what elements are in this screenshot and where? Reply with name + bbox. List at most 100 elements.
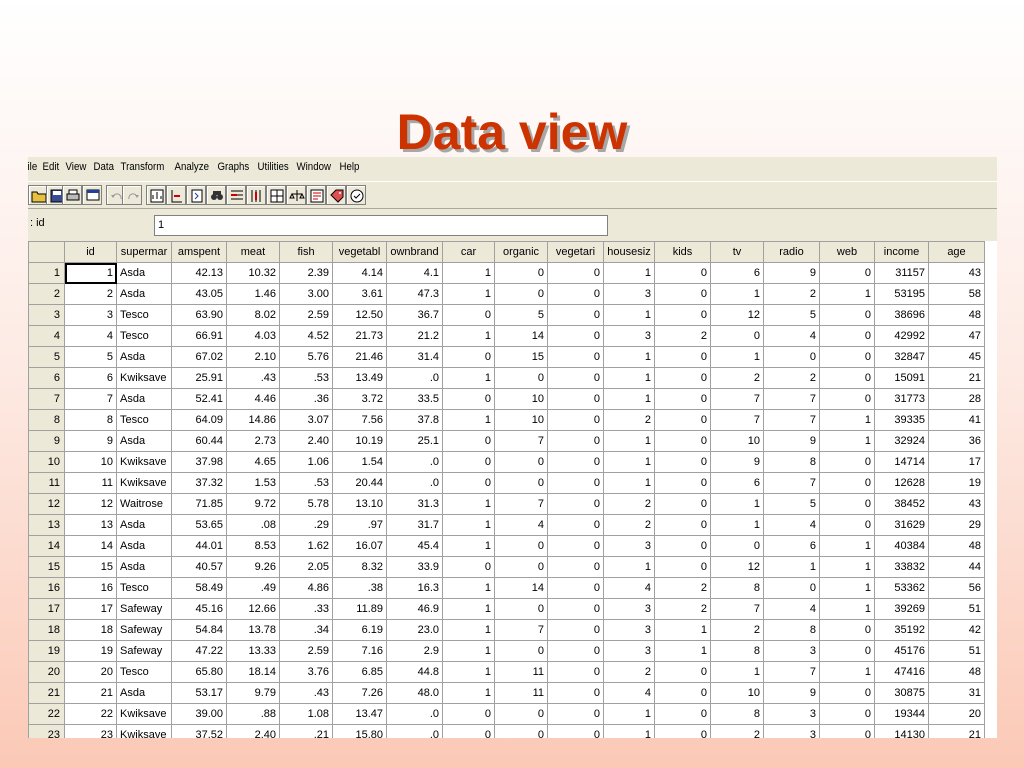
- row-header[interactable]: 15: [28, 556, 65, 578]
- cell-fish[interactable]: 4.86: [279, 577, 333, 599]
- cell-id[interactable]: 6: [64, 367, 117, 389]
- cell-housesiz[interactable]: 1: [603, 430, 655, 452]
- cell-id[interactable]: 17: [64, 598, 117, 620]
- cell-organic[interactable]: 0: [494, 556, 548, 578]
- cell-kids[interactable]: 1: [654, 619, 711, 641]
- row-header[interactable]: 11: [28, 472, 65, 494]
- cell-car[interactable]: 1: [442, 325, 495, 347]
- cell-tv[interactable]: 12: [710, 304, 764, 326]
- cell-ownbrand[interactable]: 47.3: [386, 283, 443, 305]
- cell-car[interactable]: 0: [442, 724, 495, 738]
- cell-age[interactable]: 43: [928, 493, 985, 515]
- cell-amspent[interactable]: 52.41: [171, 388, 227, 410]
- cell-web[interactable]: 0: [819, 451, 875, 473]
- cell-radio[interactable]: 5: [763, 493, 820, 515]
- column-header-id[interactable]: id: [64, 241, 117, 263]
- cell-fish[interactable]: 2.59: [279, 304, 333, 326]
- row-header[interactable]: 13: [28, 514, 65, 536]
- cell-organic[interactable]: 0: [494, 703, 548, 725]
- cell-housesiz[interactable]: 1: [603, 262, 655, 284]
- cell-vegetari[interactable]: 0: [547, 724, 604, 738]
- cell-web[interactable]: 0: [819, 325, 875, 347]
- cell-tv[interactable]: 8: [710, 640, 764, 662]
- cell-id[interactable]: 7: [64, 388, 117, 410]
- cell-kids[interactable]: 0: [654, 535, 711, 557]
- cell-age[interactable]: 47: [928, 325, 985, 347]
- cell-ownbrand[interactable]: 2.9: [386, 640, 443, 662]
- cell-vegetabl[interactable]: .97: [332, 514, 387, 536]
- menu-view[interactable]: View: [62, 157, 90, 177]
- cell-kids[interactable]: 0: [654, 724, 711, 738]
- cell-fish[interactable]: 3.00: [279, 283, 333, 305]
- cell-ownbrand[interactable]: 23.0: [386, 619, 443, 641]
- cell-amspent[interactable]: 44.01: [171, 535, 227, 557]
- row-header[interactable]: 16: [28, 577, 65, 599]
- row-header[interactable]: 22: [28, 703, 65, 725]
- cell-income[interactable]: 53195: [874, 283, 929, 305]
- cell-id[interactable]: 23: [64, 724, 117, 738]
- row-header[interactable]: 23: [28, 724, 65, 738]
- variables-button[interactable]: [186, 185, 206, 205]
- column-header-age[interactable]: age: [928, 241, 985, 263]
- column-header-meat[interactable]: meat: [226, 241, 280, 263]
- cell-supermar[interactable]: Kwiksave: [116, 451, 172, 473]
- cell-ownbrand[interactable]: .0: [386, 451, 443, 473]
- cell-kids[interactable]: 0: [654, 661, 711, 683]
- cell-supermar[interactable]: Asda: [116, 682, 172, 704]
- cell-ownbrand[interactable]: 31.3: [386, 493, 443, 515]
- cell-income[interactable]: 31773: [874, 388, 929, 410]
- cell-age[interactable]: 21: [928, 724, 985, 738]
- cell-vegetabl[interactable]: 20.44: [332, 472, 387, 494]
- cell-meat[interactable]: .08: [226, 514, 280, 536]
- cell-meat[interactable]: 14.86: [226, 409, 280, 431]
- cell-id[interactable]: 1: [64, 262, 117, 284]
- cell-supermar[interactable]: Asda: [116, 514, 172, 536]
- row-header[interactable]: 10: [28, 451, 65, 473]
- cell-age[interactable]: 21: [928, 367, 985, 389]
- cell-vegetari[interactable]: 0: [547, 556, 604, 578]
- cell-kids[interactable]: 0: [654, 493, 711, 515]
- cell-car[interactable]: 0: [442, 703, 495, 725]
- select-cases-button[interactable]: [306, 185, 326, 205]
- cell-vegetabl[interactable]: 6.19: [332, 619, 387, 641]
- row-header[interactable]: 17: [28, 598, 65, 620]
- cell-income[interactable]: 53362: [874, 577, 929, 599]
- cell-tv[interactable]: 1: [710, 514, 764, 536]
- cell-organic[interactable]: 0: [494, 724, 548, 738]
- cell-fish[interactable]: 4.52: [279, 325, 333, 347]
- cell-income[interactable]: 31157: [874, 262, 929, 284]
- cell-tv[interactable]: 10: [710, 682, 764, 704]
- cell-radio[interactable]: 9: [763, 262, 820, 284]
- cell-age[interactable]: 51: [928, 598, 985, 620]
- cell-fish[interactable]: 3.76: [279, 661, 333, 683]
- cell-fish[interactable]: 2.40: [279, 430, 333, 452]
- row-header[interactable]: 1: [28, 262, 65, 284]
- cell-income[interactable]: 30875: [874, 682, 929, 704]
- cell-amspent[interactable]: 39.00: [171, 703, 227, 725]
- cell-kids[interactable]: 0: [654, 682, 711, 704]
- cell-meat[interactable]: 13.78: [226, 619, 280, 641]
- cell-web[interactable]: 0: [819, 682, 875, 704]
- cell-vegetabl[interactable]: 4.14: [332, 262, 387, 284]
- cell-car[interactable]: 1: [442, 514, 495, 536]
- cell-meat[interactable]: 4.46: [226, 388, 280, 410]
- cell-kids[interactable]: 0: [654, 409, 711, 431]
- column-header-tv[interactable]: tv: [710, 241, 764, 263]
- column-header-fish[interactable]: fish: [279, 241, 333, 263]
- cell-radio[interactable]: 9: [763, 430, 820, 452]
- cell-car[interactable]: 1: [442, 535, 495, 557]
- cell-supermar[interactable]: Kwiksave: [116, 367, 172, 389]
- cell-web[interactable]: 0: [819, 472, 875, 494]
- cell-car[interactable]: 1: [442, 409, 495, 431]
- cell-supermar[interactable]: Asda: [116, 262, 172, 284]
- column-header-amspent[interactable]: amspent: [171, 241, 227, 263]
- cell-amspent[interactable]: 67.02: [171, 346, 227, 368]
- row-header[interactable]: 6: [28, 367, 65, 389]
- row-header[interactable]: 20: [28, 661, 65, 683]
- cell-ownbrand[interactable]: 44.8: [386, 661, 443, 683]
- value-labels-button[interactable]: [326, 185, 346, 205]
- cell-vegetabl[interactable]: 21.46: [332, 346, 387, 368]
- cell-ownbrand[interactable]: .0: [386, 703, 443, 725]
- cell-fish[interactable]: 2.05: [279, 556, 333, 578]
- cell-age[interactable]: 17: [928, 451, 985, 473]
